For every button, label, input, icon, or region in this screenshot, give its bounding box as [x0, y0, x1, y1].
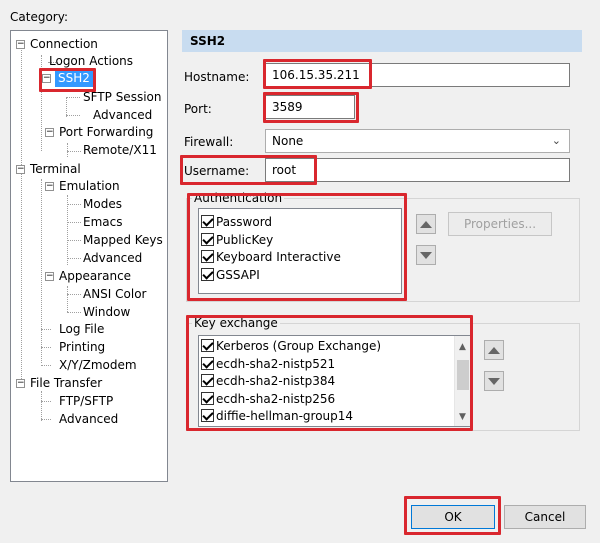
- kex-move-up-button[interactable]: [484, 340, 504, 360]
- arrow-down-icon: [420, 251, 432, 259]
- list-item[interactable]: diffie-hellman-group14: [199, 408, 471, 426]
- arrow-down-icon: [488, 377, 500, 385]
- key-exchange-scrollbar[interactable]: ▲ ▼: [454, 336, 471, 426]
- scroll-up-icon[interactable]: ▲: [459, 342, 466, 352]
- list-item[interactable]: Password: [199, 214, 401, 232]
- properties-button[interactable]: Properties...: [448, 212, 552, 236]
- ok-button[interactable]: OK: [411, 505, 495, 529]
- checkbox-checked-icon[interactable]: [201, 339, 214, 352]
- arrow-up-icon: [420, 220, 432, 228]
- list-item[interactable]: PublicKey: [199, 232, 401, 250]
- list-item[interactable]: GSSAPI: [199, 267, 401, 285]
- list-item[interactable]: ecdh-sha2-nistp256: [199, 391, 471, 409]
- tree-item-ssh2[interactable]: SSH2: [55, 70, 93, 87]
- checkbox-checked-icon[interactable]: [201, 215, 214, 228]
- username-input[interactable]: root: [265, 158, 570, 182]
- username-label: Username:: [184, 164, 250, 178]
- list-item[interactable]: ecdh-sha2-nistp521: [199, 356, 471, 374]
- checkbox-checked-icon[interactable]: [201, 356, 214, 370]
- collapse-port-forwarding-icon[interactable]: −: [45, 128, 54, 137]
- collapse-emulation-icon[interactable]: −: [45, 182, 54, 191]
- authentication-list[interactable]: Password PublicKey Keyboard Interactive …: [198, 208, 402, 294]
- tree-item-modes[interactable]: Modes: [83, 196, 122, 213]
- checkbox-checked-icon[interactable]: [201, 250, 214, 264]
- auth-move-up-button[interactable]: [416, 214, 436, 234]
- tree-item-emulation-advanced[interactable]: Advanced: [83, 250, 142, 267]
- kex-move-down-button[interactable]: [484, 371, 504, 391]
- tree-item-xyzmodem[interactable]: X/Y/Zmodem: [59, 357, 137, 374]
- auth-move-down-button[interactable]: [416, 245, 436, 265]
- port-label: Port:: [184, 102, 212, 116]
- collapse-file-transfer-icon[interactable]: −: [16, 379, 25, 388]
- tree-item-emacs[interactable]: Emacs: [83, 214, 122, 231]
- scroll-thumb[interactable]: [457, 360, 469, 390]
- tree-item-window[interactable]: Window: [83, 304, 130, 321]
- list-item[interactable]: ecdh-sha2-nistp384: [199, 373, 471, 391]
- checkbox-checked-icon[interactable]: [201, 409, 214, 423]
- collapse-appearance-icon[interactable]: −: [45, 272, 54, 281]
- port-input[interactable]: 3589: [265, 95, 355, 119]
- section-title: SSH2: [182, 30, 582, 52]
- firewall-label: Firewall:: [184, 135, 234, 149]
- category-label: Category:: [10, 10, 68, 24]
- tree-item-connection[interactable]: Connection: [30, 36, 98, 53]
- category-tree[interactable]: − Connection Logon Actions − SSH2 SFTP S…: [10, 30, 168, 482]
- checkbox-checked-icon[interactable]: [201, 391, 214, 405]
- list-item[interactable]: Keyboard Interactive: [199, 249, 401, 267]
- tree-item-remote-x11[interactable]: Remote/X11: [83, 142, 157, 159]
- tree-item-port-forwarding[interactable]: Port Forwarding: [59, 124, 153, 141]
- tree-item-ftp-sftp[interactable]: FTP/SFTP: [59, 393, 113, 410]
- firewall-select[interactable]: None ⌄: [265, 129, 570, 153]
- collapse-ssh2-icon[interactable]: −: [42, 74, 51, 83]
- key-exchange-title: Key exchange: [192, 316, 280, 330]
- list-item[interactable]: Kerberos (Group Exchange): [199, 338, 471, 356]
- collapse-terminal-icon[interactable]: −: [16, 165, 25, 174]
- tree-item-file-transfer[interactable]: File Transfer: [30, 375, 102, 392]
- tree-item-printing[interactable]: Printing: [59, 339, 105, 356]
- arrow-up-icon: [488, 346, 500, 354]
- tree-item-emulation[interactable]: Emulation: [59, 178, 120, 195]
- tree-item-mapped-keys[interactable]: Mapped Keys: [83, 232, 163, 249]
- tree-item-file-transfer-advanced[interactable]: Advanced: [59, 411, 118, 428]
- authentication-title: Authentication: [192, 191, 285, 205]
- checkbox-checked-icon[interactable]: [201, 232, 214, 246]
- collapse-connection-icon[interactable]: −: [16, 40, 25, 49]
- hostname-label: Hostname:: [184, 70, 250, 84]
- tree-item-ssh2-advanced[interactable]: Advanced: [93, 107, 152, 124]
- tree-item-terminal[interactable]: Terminal: [30, 161, 81, 178]
- firewall-select-value: None: [272, 134, 304, 148]
- cancel-button[interactable]: Cancel: [504, 505, 586, 529]
- tree-item-ansi-color[interactable]: ANSI Color: [83, 286, 147, 303]
- tree-item-appearance[interactable]: Appearance: [59, 268, 131, 285]
- tree-item-log-file[interactable]: Log File: [59, 321, 104, 338]
- scroll-down-icon[interactable]: ▼: [459, 412, 466, 422]
- checkbox-checked-icon[interactable]: [201, 374, 214, 388]
- chevron-down-icon: ⌄: [551, 134, 561, 147]
- hostname-input[interactable]: 106.15.35.211: [265, 63, 570, 87]
- key-exchange-list[interactable]: Kerberos (Group Exchange) ecdh-sha2-nist…: [198, 335, 472, 427]
- checkbox-checked-icon[interactable]: [201, 267, 214, 281]
- tree-item-logon-actions[interactable]: Logon Actions: [49, 53, 133, 70]
- tree-item-sftp-session[interactable]: SFTP Session: [83, 89, 161, 106]
